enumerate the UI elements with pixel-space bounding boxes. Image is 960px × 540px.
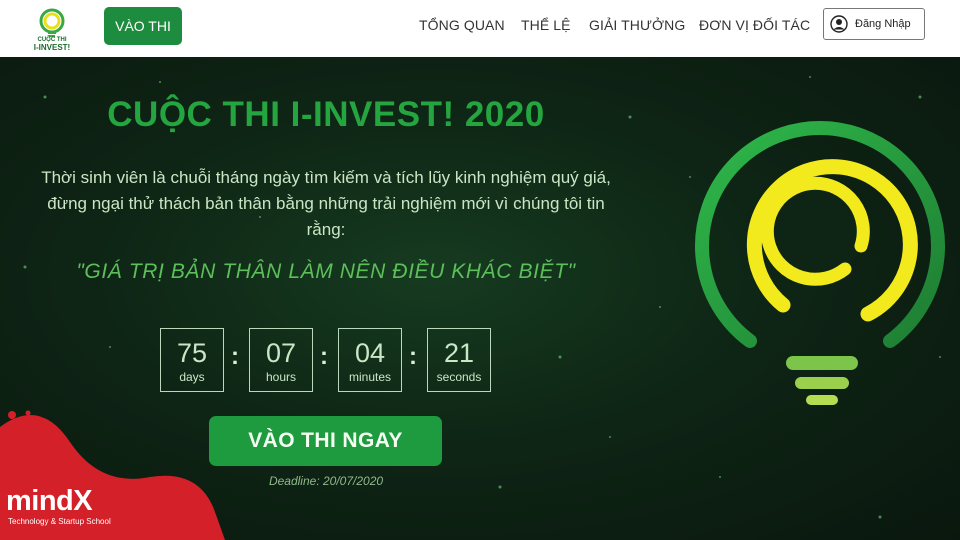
nav-link-the-le[interactable]: THỂ LỆ xyxy=(521,17,571,33)
countdown-days: 75 days xyxy=(160,328,224,392)
countdown-separator: : xyxy=(231,343,239,370)
vao-thi-button[interactable]: VÀO THI xyxy=(104,7,182,45)
countdown-minutes-value: 04 xyxy=(354,338,386,368)
countdown-seconds-label: seconds xyxy=(436,370,482,384)
mindx-logo: mindX xyxy=(6,485,93,517)
countdown-minutes: 04 minutes xyxy=(338,328,402,392)
contest-description: Thời sinh viên là chuỗi tháng ngày tìm k… xyxy=(41,168,611,239)
nav-link-don-vi-doi-tac[interactable]: ĐƠN VỊ ĐỐI TÁC xyxy=(699,17,810,33)
countdown-days-value: 75 xyxy=(176,338,208,368)
countdown-separator: : xyxy=(320,343,328,370)
countdown-hours: 07 hours xyxy=(249,328,313,392)
contest-title: CUỘC THI I-INVEST! 2020 xyxy=(107,95,545,134)
nav-link-tong-quan[interactable]: TỔNG QUAN xyxy=(419,17,505,33)
vao-thi-ngay-button[interactable]: VÀO THI NGAY xyxy=(209,416,442,466)
login-button[interactable]: Đăng Nhập xyxy=(823,8,925,40)
countdown-hours-value: 07 xyxy=(265,338,297,368)
countdown-days-label: days xyxy=(179,370,205,384)
countdown-seconds: 21 seconds xyxy=(427,328,491,392)
logo-text-line2: I-INVEST! xyxy=(33,43,71,52)
mindx-tagline: Technology & Startup School xyxy=(8,517,111,526)
logo-caption: CUỘC THI I-INVEST! xyxy=(24,37,80,52)
countdown-seconds-value: 21 xyxy=(443,338,475,368)
login-label: Đăng Nhập xyxy=(855,18,911,30)
navbar: CUỘC THI I-INVEST! VÀO THI TỔNG QUAN THỂ… xyxy=(0,0,960,57)
countdown-minutes-label: minutes xyxy=(348,370,392,384)
lightbulb-icon xyxy=(695,121,945,405)
hero-section: CUỘC THI I-INVEST! 2020 Thời sinh viên l… xyxy=(0,57,960,540)
contest-quote: "GIÁ TRỊ BẢN THÂN LÀM NÊN ĐIỀU KHÁC BIỆT… xyxy=(76,260,576,283)
user-icon xyxy=(830,15,848,33)
countdown-separator: : xyxy=(409,343,417,370)
countdown-hours-label: hours xyxy=(265,370,297,384)
nav-link-giai-thuong[interactable]: GIẢI THƯỞNG xyxy=(589,17,685,33)
